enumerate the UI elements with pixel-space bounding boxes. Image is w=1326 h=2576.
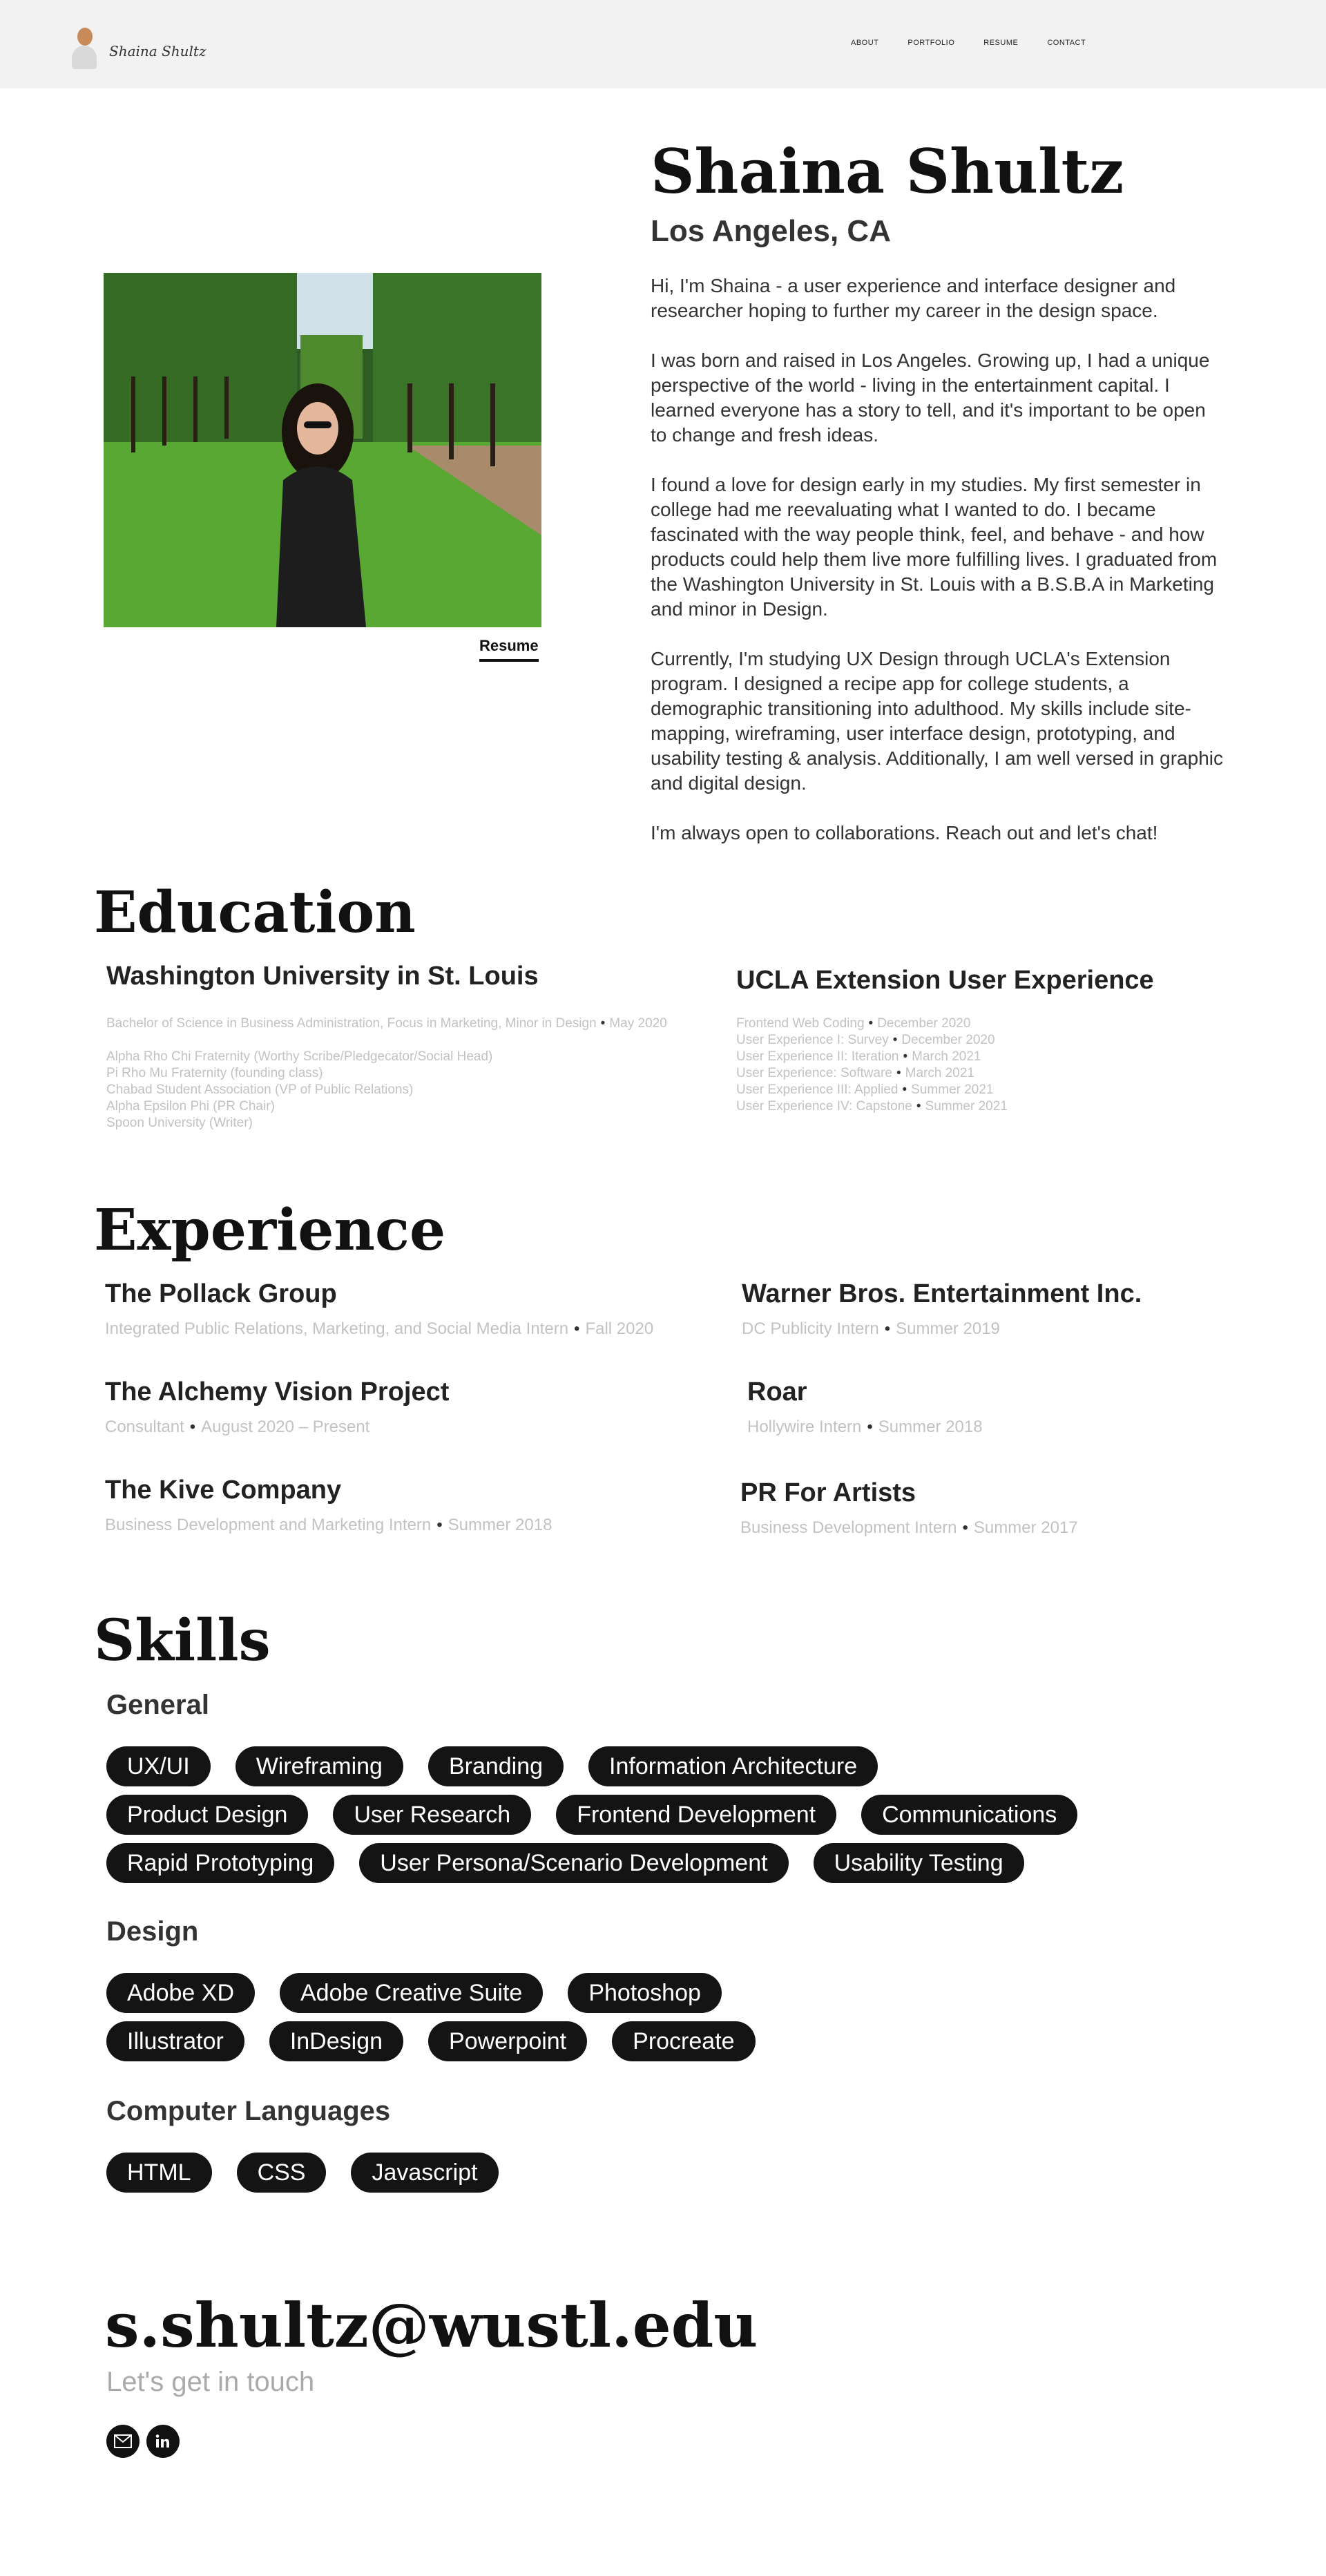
- location-subtitle: Los Angeles, CA: [651, 214, 891, 248]
- linkedin-icon[interactable]: [146, 2425, 180, 2458]
- bio-paragraph: Hi, I'm Shaina - a user experience and i…: [651, 275, 1176, 321]
- bio-paragraph: I found a love for design early in my st…: [651, 474, 1218, 620]
- course-line: User Experience II: Iteration • March 2021: [736, 1049, 981, 1064]
- site-header: Shaina Shultz ABOUT PORTFOLIO RESUME CON…: [0, 0, 1326, 88]
- school-name: UCLA Extension User Experience: [736, 966, 1154, 995]
- course-line: Frontend Web Coding • December 2020: [736, 1016, 971, 1031]
- skill-tag[interactable]: HTML: [106, 2153, 212, 2193]
- site-logo[interactable]: Shaina Shultz: [69, 25, 206, 70]
- bio-paragraph: Currently, I'm studying UX Design throug…: [651, 648, 1223, 794]
- skill-group-title: Computer Languages: [106, 2096, 391, 2126]
- bio-paragraph: I'm always open to collaborations. Reach…: [651, 822, 1158, 843]
- company-name: The Alchemy Vision Project: [105, 1377, 450, 1406]
- course-line: User Experience III: Applied • Summer 2021: [736, 1082, 994, 1097]
- skill-tag[interactable]: UX/UI: [106, 1746, 211, 1786]
- mail-icon[interactable]: [106, 2425, 140, 2458]
- nav-portfolio[interactable]: PORTFOLIO: [907, 39, 954, 47]
- activity-line: Alpha Rho Chi Fraternity (Worthy Scribe/…: [106, 1049, 493, 1064]
- nav-about[interactable]: ABOUT: [851, 39, 878, 47]
- skill-row: Product Design User Research Frontend De…: [106, 1795, 1078, 1835]
- course-line: User Experience I: Survey • December 2020: [736, 1033, 995, 1047]
- company-name: The Pollack Group: [105, 1279, 337, 1308]
- skill-row: UX/UI Wireframing Branding Information A…: [106, 1746, 878, 1786]
- school-name: Washington University in St. Louis: [106, 962, 539, 991]
- skill-tag[interactable]: User Persona/Scenario Development: [359, 1843, 789, 1883]
- company-name: Warner Bros. Entertainment Inc.: [742, 1279, 1142, 1308]
- activity-line: Spoon University (Writer): [106, 1116, 253, 1130]
- activity-line: Chabad Student Association (VP of Public…: [106, 1082, 414, 1097]
- company-name: The Kive Company: [105, 1476, 342, 1505]
- skill-row: HTML CSS Javascript: [106, 2153, 499, 2193]
- skill-tag[interactable]: Information Architecture: [588, 1746, 878, 1786]
- skill-tag[interactable]: Product Design: [106, 1795, 309, 1835]
- profile-photo: [104, 273, 541, 627]
- skill-tag[interactable]: Javascript: [351, 2153, 499, 2193]
- bio: Hi, I'm Shaina - a user experience and i…: [651, 274, 1224, 870]
- school-details: Bachelor of Science in Business Administ…: [106, 1015, 667, 1132]
- course-line: User Experience: Software • March 2021: [736, 1066, 974, 1080]
- main-nav: ABOUT PORTFOLIO RESUME CONTACT: [851, 39, 1086, 47]
- company-name: PR For Artists: [740, 1478, 916, 1507]
- skill-tag[interactable]: Powerpoint: [428, 2021, 588, 2061]
- bio-paragraph: I was born and raised in Los Angeles. Gr…: [651, 350, 1210, 446]
- skill-row: Rapid Prototyping User Persona/Scenario …: [106, 1843, 1024, 1883]
- skill-tag[interactable]: Branding: [427, 1746, 564, 1786]
- experience-heading: Experience: [94, 1197, 446, 1263]
- skill-tag[interactable]: Procreate: [612, 2021, 756, 2061]
- company-name: Roar: [747, 1377, 807, 1406]
- skill-tag[interactable]: Communications: [861, 1795, 1078, 1835]
- nav-contact[interactable]: CONTACT: [1047, 39, 1086, 47]
- skill-tag[interactable]: InDesign: [269, 2021, 404, 2061]
- nav-resume[interactable]: RESUME: [983, 39, 1018, 47]
- contact-email[interactable]: s.shultz@wustl.edu: [105, 2289, 758, 2361]
- avatar-illustration: [69, 25, 99, 70]
- education-heading: Education: [94, 879, 416, 946]
- skill-tag[interactable]: Wireframing: [235, 1746, 403, 1786]
- skills-heading: Skills: [94, 1607, 271, 1674]
- job-details: Business Development Intern • Summer 2017: [740, 1518, 1078, 1537]
- course-line: User Experience IV: Capstone • Summer 2021: [736, 1099, 1008, 1114]
- skill-tag[interactable]: Frontend Development: [556, 1795, 837, 1835]
- logo-signature: Shaina Shultz: [109, 43, 206, 59]
- skill-tag[interactable]: Photoshop: [568, 1973, 722, 2013]
- skill-tag[interactable]: Illustrator: [106, 2021, 244, 2061]
- skill-group-title: Design: [106, 1916, 199, 1947]
- activity-line: Alpha Epsilon Phi (PR Chair): [106, 1099, 275, 1114]
- job-details: Integrated Public Relations, Marketing, …: [105, 1319, 654, 1338]
- skill-row: Adobe XD Adobe Creative Suite Photoshop: [106, 1973, 722, 2013]
- job-details: DC Publicity Intern • Summer 2019: [742, 1319, 1000, 1338]
- contact-tagline: Let's get in touch: [106, 2367, 315, 2397]
- skill-tag[interactable]: Usability Testing: [813, 1843, 1024, 1883]
- skill-tag[interactable]: Adobe Creative Suite: [280, 1973, 544, 2013]
- page-title: Shaina Shultz: [651, 135, 1124, 207]
- social-links: [106, 2425, 180, 2458]
- course-list: Frontend Web Coding • December 2020 User E…: [736, 1015, 1008, 1115]
- skill-tag[interactable]: User Research: [333, 1795, 532, 1835]
- degree-line: Bachelor of Science in Business Administ…: [106, 1016, 667, 1031]
- skill-tag[interactable]: CSS: [236, 2153, 327, 2193]
- resume-link[interactable]: Resume: [479, 637, 539, 662]
- job-details: Consultant • August 2020 – Present: [105, 1418, 370, 1436]
- skill-group-title: General: [106, 1690, 209, 1720]
- job-details: Hollywire Intern • Summer 2018: [747, 1418, 983, 1436]
- activity-line: Pi Rho Mu Fraternity (founding class): [106, 1066, 323, 1080]
- skill-row: Illustrator InDesign Powerpoint Procreat…: [106, 2021, 756, 2061]
- skill-tag[interactable]: Adobe XD: [106, 1973, 255, 2013]
- skill-tag[interactable]: Rapid Prototyping: [106, 1843, 335, 1883]
- job-details: Business Development and Marketing Inter…: [105, 1516, 552, 1534]
